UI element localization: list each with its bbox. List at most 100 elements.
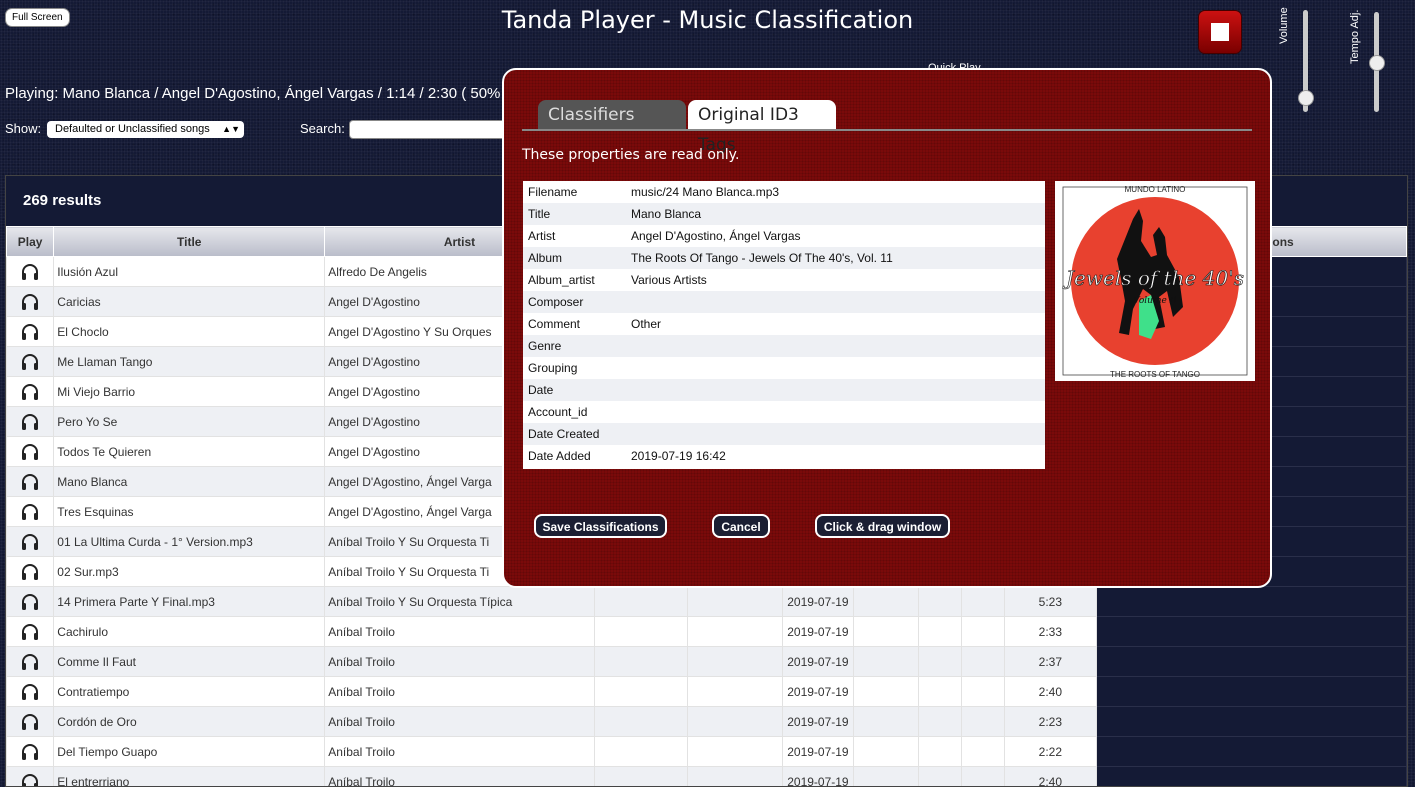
- column-header[interactable]: Title: [53, 226, 326, 257]
- empty-cell: [853, 586, 919, 617]
- empty-cell: [917, 586, 962, 617]
- play-button[interactable]: [6, 406, 55, 437]
- table-row[interactable]: 14 Primera Parte Y Final.mp3 Aníbal Troil…: [6, 586, 1407, 617]
- song-duration: 2:37: [1003, 646, 1097, 677]
- id3-tags-dialog: Classifiers Original ID3 Tags These prop…: [502, 68, 1272, 588]
- play-button[interactable]: [6, 586, 55, 617]
- table-row[interactable]: El entrerriano Aníbal Troilo 2019-07-19 2:4…: [6, 766, 1407, 786]
- results-count: 269 results: [23, 192, 102, 209]
- play-button[interactable]: [6, 316, 55, 347]
- play-button[interactable]: [6, 496, 55, 527]
- properties-panel: Filename music/24 Mano Blanca.mp3 Title Man…: [523, 181, 1045, 469]
- empty-cell: [853, 766, 919, 786]
- property-row: Artist Angel D'Agostino, Ángel Vargas: [523, 225, 1045, 247]
- empty-cell: [853, 646, 919, 677]
- headphones-icon: [22, 293, 39, 310]
- headphones-icon: [22, 713, 39, 730]
- song-title: El Choclo: [53, 316, 326, 347]
- tab-divider: [522, 129, 1252, 131]
- empty-cell: [917, 766, 962, 786]
- headphones-icon: [22, 743, 39, 760]
- song-title: Mano Blanca: [53, 466, 326, 497]
- stop-icon: [1211, 23, 1229, 41]
- song-title: Pero Yo Se: [53, 406, 326, 437]
- table-row[interactable]: Contratiempo Aníbal Troilo 2019-07-19 2:40: [6, 676, 1407, 707]
- play-button[interactable]: [6, 466, 55, 497]
- property-row: Filename music/24 Mano Blanca.mp3: [523, 181, 1045, 203]
- headphones-icon: [22, 413, 39, 430]
- search-input[interactable]: [349, 120, 509, 139]
- song-title: Ilusión Azul: [53, 256, 326, 287]
- stop-button[interactable]: [1199, 11, 1241, 53]
- song-artist: Aníbal Troilo: [324, 736, 595, 767]
- empty-cell: [960, 646, 1005, 677]
- show-label: Show:: [5, 121, 42, 136]
- property-key: Title: [523, 203, 626, 225]
- play-button[interactable]: [6, 256, 55, 287]
- volume-slider-thumb[interactable]: [1298, 89, 1314, 106]
- property-value: music/24 Mano Blanca.mp3: [631, 185, 780, 199]
- song-title: 14 Primera Parte Y Final.mp3: [53, 586, 326, 617]
- song-classifications: [1095, 736, 1407, 767]
- table-row[interactable]: Cordón de Oro Aníbal Troilo 2019-07-19 2:23: [6, 706, 1407, 737]
- song-title: Todos Te Quieren: [53, 436, 326, 467]
- property-value: Angel D'Agostino, Ángel Vargas: [631, 229, 801, 243]
- song-duration: 5:23: [1003, 586, 1097, 617]
- show-filter-select[interactable]: Defaulted or Unclassified songs ▲▼: [47, 121, 244, 138]
- property-key: Album: [523, 247, 626, 269]
- property-value: 2019-07-19 16:42: [631, 449, 726, 463]
- property-key: Date Added: [528, 449, 591, 463]
- empty-cell: [687, 646, 783, 677]
- play-button[interactable]: [6, 526, 55, 557]
- empty-cell: [853, 706, 919, 737]
- table-row[interactable]: Del Tiempo Guapo Aníbal Troilo 2019-07-19 2…: [6, 736, 1407, 767]
- tab-original-id3-tags[interactable]: Original ID3 Tags: [688, 100, 836, 155]
- song-date-added: 2019-07-19: [781, 646, 855, 677]
- headphones-icon: [22, 653, 39, 670]
- headphones-icon: [22, 533, 39, 550]
- table-row[interactable]: Comme Il Faut Aníbal Troilo 2019-07-19 2:37: [6, 646, 1407, 677]
- property-row: Date: [523, 379, 1045, 401]
- property-value: [626, 335, 1045, 357]
- property-row: Album_artist Various Artists: [523, 269, 1045, 291]
- play-button[interactable]: [6, 766, 55, 786]
- song-artist: Aníbal Troilo: [324, 616, 595, 647]
- song-title: Mi Viejo Barrio: [53, 376, 326, 407]
- play-button[interactable]: [6, 646, 55, 677]
- volume-label: Volume: [1278, 7, 1290, 44]
- headphones-icon: [22, 773, 39, 786]
- song-title: Cachirulo: [53, 616, 326, 647]
- property-row: Title Mano Blanca: [523, 203, 1045, 225]
- song-title: 01 La Ultima Curda - 1° Version.mp3: [53, 526, 326, 557]
- cancel-button[interactable]: Cancel: [712, 514, 770, 538]
- drag-window-button[interactable]: Click & drag window: [815, 514, 950, 538]
- song-date-added: 2019-07-19: [781, 766, 855, 786]
- empty-cell: [960, 736, 1005, 767]
- play-button[interactable]: [6, 706, 55, 737]
- property-row: Comment Other: [523, 313, 1045, 335]
- play-button[interactable]: [6, 556, 55, 587]
- headphones-icon: [22, 473, 39, 490]
- tab-classifiers[interactable]: Classifiers: [538, 100, 686, 130]
- empty-cell: [687, 616, 783, 647]
- play-button[interactable]: [6, 286, 55, 317]
- property-key: Account_id: [528, 405, 588, 419]
- song-title: Tres Esquinas: [53, 496, 326, 527]
- property-value: [626, 401, 1045, 423]
- property-key: Grouping: [528, 361, 578, 375]
- play-button[interactable]: [6, 346, 55, 377]
- play-button[interactable]: [6, 436, 55, 467]
- column-header[interactable]: Play: [6, 226, 55, 257]
- tempo-slider-thumb[interactable]: [1369, 55, 1385, 71]
- play-button[interactable]: [6, 676, 55, 707]
- art-bottom-text: THE ROOTS OF TANGO: [1110, 370, 1200, 379]
- save-classifications-button[interactable]: Save Classifications: [534, 514, 667, 538]
- headphones-icon: [22, 263, 39, 280]
- song-title: Del Tiempo Guapo: [53, 736, 326, 767]
- song-title: Contratiempo: [53, 676, 326, 707]
- song-classifications: [1095, 586, 1407, 617]
- play-button[interactable]: [6, 376, 55, 407]
- play-button[interactable]: [6, 736, 55, 767]
- play-button[interactable]: [6, 616, 55, 647]
- table-row[interactable]: Cachirulo Aníbal Troilo 2019-07-19 2:33: [6, 616, 1407, 647]
